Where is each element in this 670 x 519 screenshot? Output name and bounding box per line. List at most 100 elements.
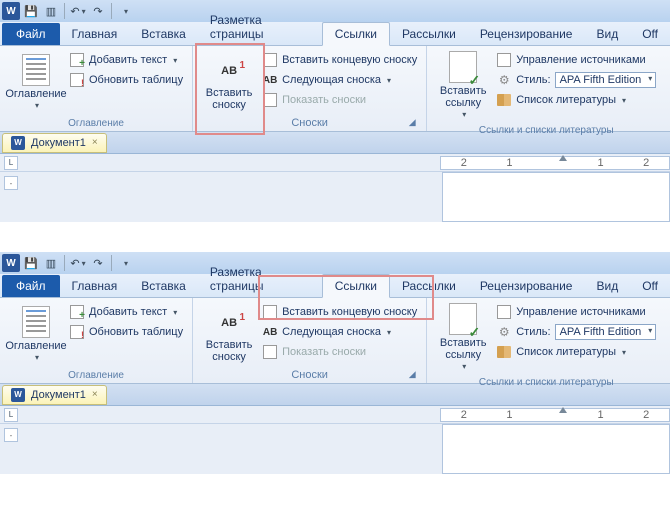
group-citations: Вставить ссылку ▾ Управление источниками… (427, 46, 665, 131)
add-text-button[interactable]: Добавить текст▾ (66, 51, 186, 69)
tab-view[interactable]: Вид (584, 275, 630, 297)
show-footnotes-label: Показать сноски (282, 94, 366, 106)
endnote-label: Вставить концевую сноску (282, 54, 417, 66)
group-footnotes: AB1 Вставить сноску Вставить концевую сн… (193, 298, 427, 383)
page[interactable] (442, 424, 670, 474)
next-footnote-button[interactable]: AB Следующая сноска▾ (259, 71, 420, 89)
open-icon[interactable]: ▥ (42, 2, 60, 20)
ruler-horizontal[interactable]: 2 1 1 2 (440, 156, 670, 170)
citation-style-row: ⚙ Стиль: APA Fifth Edition (493, 71, 659, 89)
toc-button[interactable]: Оглавление ▾ (6, 301, 66, 368)
footnote-ab-icon: AB1 (221, 62, 237, 77)
endnote-icon (263, 305, 277, 319)
manage-sources-button[interactable]: Управление источниками (493, 303, 659, 321)
next-footnote-label: Следующая сноска (282, 326, 381, 338)
style-label: Стиль: (516, 74, 550, 86)
endnote-label: Вставить концевую сноску (282, 306, 417, 318)
group-footnotes: AB1 Вставить сноску Вставить концевую сн… (193, 46, 427, 131)
tab-off[interactable]: Off (630, 23, 670, 45)
undo-icon[interactable]: ↶▾ (69, 2, 87, 20)
tab-view[interactable]: Вид (584, 23, 630, 45)
add-text-icon (70, 305, 84, 319)
style-label: Стиль: (516, 326, 550, 338)
style-select[interactable]: APA Fifth Edition (555, 324, 657, 340)
insert-citation-icon (449, 51, 477, 83)
toc-label: Оглавление (5, 340, 66, 352)
save-icon[interactable]: 💾 (22, 254, 40, 272)
next-footnote-button[interactable]: AB Следующая сноска▾ (259, 323, 420, 341)
insert-footnote-button[interactable]: AB1 Вставить сноску (199, 49, 259, 115)
bibliography-button[interactable]: Список литературы▾ (493, 91, 659, 109)
indent-marker-icon[interactable] (559, 155, 567, 161)
tab-insert[interactable]: Вставка (129, 275, 198, 297)
ruler-corner[interactable]: L (4, 408, 18, 422)
gear-icon: ⚙ (496, 324, 512, 340)
ruler-vertical[interactable]: - (0, 172, 22, 222)
tab-home[interactable]: Главная (60, 275, 130, 297)
tab-mailings[interactable]: Рассылки (390, 23, 468, 45)
toc-icon (22, 54, 50, 86)
tab-review[interactable]: Рецензирование (468, 23, 585, 45)
dialog-launcher-icon[interactable]: ◢ (406, 369, 418, 381)
style-select[interactable]: APA Fifth Edition (555, 72, 657, 88)
insert-footnote-label: Вставить сноску (201, 339, 257, 363)
chevron-down-icon: ▾ (462, 361, 466, 373)
tab-home[interactable]: Главная (60, 23, 130, 45)
tab-insert[interactable]: Вставка (129, 23, 198, 45)
update-table-button[interactable]: Обновить таблицу (66, 71, 186, 89)
footnote-ab-icon: AB1 (221, 314, 237, 329)
document-tab[interactable]: W Документ1 × (2, 133, 107, 153)
ruler-corner[interactable]: L (4, 156, 18, 170)
bibliography-button[interactable]: Список литературы▾ (493, 343, 659, 361)
insert-endnote-button[interactable]: Вставить концевую сноску (259, 303, 420, 321)
toc-label: Оглавление (5, 88, 66, 100)
document-tab[interactable]: W Документ1 × (2, 385, 107, 405)
close-icon[interactable]: × (92, 137, 98, 148)
tab-review[interactable]: Рецензирование (468, 275, 585, 297)
group-citations: Вставить ссылку ▾ Управление источниками… (427, 298, 665, 383)
undo-icon[interactable]: ↶▾ (69, 254, 87, 272)
tab-file[interactable]: Файл (2, 275, 60, 297)
indent-marker-icon[interactable] (559, 407, 567, 413)
document-name: Документ1 (31, 137, 86, 149)
ruler-area: L 2 1 1 2 (0, 154, 670, 172)
update-table-button[interactable]: Обновить таблицу (66, 323, 186, 341)
tab-mailings[interactable]: Рассылки (390, 275, 468, 297)
page[interactable] (442, 172, 670, 222)
insert-footnote-button[interactable]: AB1 Вставить сноску (199, 301, 259, 367)
manage-sources-button[interactable]: Управление источниками (493, 51, 659, 69)
tab-references[interactable]: Ссылки (322, 22, 390, 46)
document-name: Документ1 (31, 389, 86, 401)
insert-footnote-label: Вставить сноску (201, 87, 257, 111)
qat-customize-icon[interactable]: ▾ (116, 254, 134, 272)
group-label-footnotes: Сноски ◢ (199, 115, 420, 131)
ruler-horizontal[interactable]: 2 1 1 2 (440, 408, 670, 422)
qat-customize-icon[interactable]: ▾ (116, 2, 134, 20)
toc-button[interactable]: Оглавление ▾ (6, 49, 66, 116)
ruler-vertical[interactable]: - (0, 424, 22, 474)
tab-layout[interactable]: Разметка страницы (198, 261, 322, 297)
insert-citation-button[interactable]: Вставить ссылку ▾ (433, 301, 493, 375)
dialog-launcher-icon[interactable]: ◢ (406, 117, 418, 129)
redo-icon[interactable]: ↷ (89, 2, 107, 20)
redo-icon[interactable]: ↷ (89, 254, 107, 272)
tab-off[interactable]: Off (630, 275, 670, 297)
insert-endnote-button[interactable]: Вставить концевую сноску (259, 51, 420, 69)
sources-icon (497, 53, 511, 67)
tab-layout[interactable]: Разметка страницы (198, 9, 322, 45)
group-label-citations: Ссылки и списки литературы (433, 123, 659, 138)
save-icon[interactable]: 💾 (22, 2, 40, 20)
group-label-citations: Ссылки и списки литературы (433, 375, 659, 390)
insert-citation-button[interactable]: Вставить ссылку ▾ (433, 49, 493, 123)
quick-access-toolbar: W 💾 ▥ ↶▾ ↷ ▾ (0, 0, 670, 22)
close-icon[interactable]: × (92, 389, 98, 400)
tab-file[interactable]: Файл (2, 23, 60, 45)
workspace: - (0, 424, 670, 474)
add-text-button[interactable]: Добавить текст▾ (66, 303, 186, 321)
add-text-icon (70, 53, 84, 67)
tab-references[interactable]: Ссылки (322, 274, 390, 298)
chevron-down-icon: ▾ (35, 352, 39, 364)
open-icon[interactable]: ▥ (42, 254, 60, 272)
word-icon: W (2, 254, 20, 272)
next-footnote-icon: AB (263, 327, 277, 338)
